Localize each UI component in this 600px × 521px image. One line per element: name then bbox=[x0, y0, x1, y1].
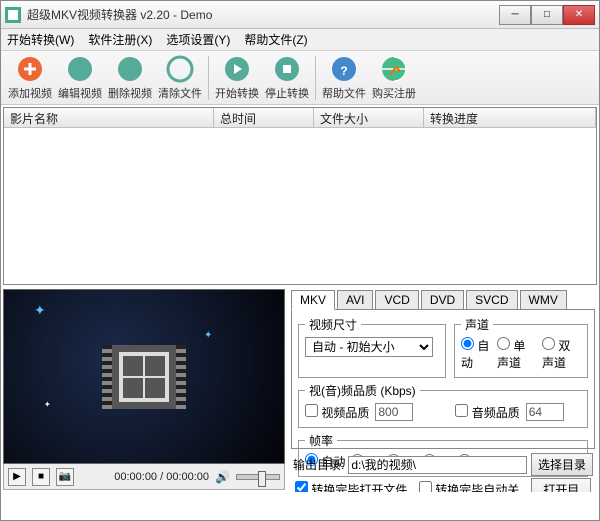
edit-video-button[interactable]: 编辑视频 bbox=[55, 53, 105, 103]
stop-button[interactable]: ■ bbox=[32, 468, 50, 486]
sparkle-icon: ✦ bbox=[204, 330, 212, 341]
video-size-legend: 视频尺寸 bbox=[305, 316, 361, 333]
browse-dir-button[interactable]: 选择目录 bbox=[531, 453, 593, 476]
channel-auto-radio[interactable]: 自动 bbox=[461, 337, 491, 371]
video-preview: ✦ ✦ ✦ bbox=[3, 289, 285, 464]
column-progress[interactable]: 转换进度 bbox=[424, 108, 596, 127]
start-convert-button[interactable]: 开始转换 bbox=[212, 53, 262, 103]
audio-quality-check[interactable]: 音频品质 bbox=[455, 404, 519, 421]
video-quality-value bbox=[375, 403, 413, 421]
menu-help[interactable]: 帮助文件(Z) bbox=[244, 31, 307, 48]
volume-slider[interactable] bbox=[236, 474, 280, 480]
menu-register[interactable]: 软件注册(X) bbox=[88, 31, 152, 48]
tab-avi[interactable]: AVI bbox=[337, 290, 373, 310]
delete-video-button[interactable]: 删除视频 bbox=[105, 53, 155, 103]
window-title: 超级MKV视频转换器 v2.20 - Demo bbox=[27, 6, 499, 23]
play-button[interactable]: ▶ bbox=[8, 468, 26, 486]
open-dir-button[interactable]: 打开目录 bbox=[531, 478, 591, 492]
stop-convert-button[interactable]: 停止转换 bbox=[262, 53, 312, 103]
quality-legend: 视(音)频品质 (Kbps) bbox=[305, 382, 420, 399]
maximize-button[interactable]: □ bbox=[531, 5, 563, 25]
menu-options[interactable]: 选项设置(Y) bbox=[166, 31, 230, 48]
close-button[interactable]: ✕ bbox=[563, 5, 595, 25]
menu-start[interactable]: 开始转换(W) bbox=[7, 31, 74, 48]
output-dir-input[interactable] bbox=[348, 456, 527, 474]
play-icon bbox=[223, 55, 251, 83]
tab-svcd[interactable]: SVCD bbox=[466, 290, 517, 310]
video-size-select[interactable]: 自动 - 初始大小 bbox=[305, 337, 433, 357]
fps-legend: 帧率 bbox=[305, 432, 337, 449]
buy-register-button[interactable]: 购买注册 bbox=[369, 53, 419, 103]
clear-icon bbox=[166, 55, 194, 83]
sparkle-icon: ✦ bbox=[34, 302, 46, 319]
column-size[interactable]: 文件大小 bbox=[314, 108, 424, 127]
column-duration[interactable]: 总时间 bbox=[214, 108, 314, 127]
globe-icon bbox=[380, 55, 408, 83]
help-doc-button[interactable]: ? 帮助文件 bbox=[319, 53, 369, 103]
time-display: 00:00:00 / 00:00:00 bbox=[114, 471, 209, 483]
toolbar-separator bbox=[315, 56, 316, 100]
snapshot-button[interactable]: 📷 bbox=[56, 468, 74, 486]
minimize-button[interactable]: ─ bbox=[499, 5, 531, 25]
tab-dvd[interactable]: DVD bbox=[421, 290, 464, 310]
app-icon bbox=[5, 7, 21, 23]
toolbar-separator bbox=[208, 56, 209, 100]
sparkle-icon: ✦ bbox=[44, 400, 51, 409]
edit-icon bbox=[66, 55, 94, 83]
clear-files-button[interactable]: 清除文件 bbox=[155, 53, 205, 103]
tab-wmv[interactable]: WMV bbox=[520, 290, 567, 310]
add-video-button[interactable]: 添加视频 bbox=[5, 53, 55, 103]
delete-icon bbox=[116, 55, 144, 83]
column-name[interactable]: 影片名称 bbox=[4, 108, 214, 127]
audio-channel-legend: 声道 bbox=[461, 316, 493, 333]
output-dir-label: 输出目录: bbox=[293, 456, 344, 473]
auto-shutdown-check[interactable]: 转换完毕自动关机 bbox=[419, 481, 526, 492]
add-icon bbox=[16, 55, 44, 83]
tab-mkv[interactable]: MKV bbox=[291, 290, 335, 310]
video-quality-check[interactable]: 视频品质 bbox=[305, 404, 369, 421]
file-list[interactable]: 影片名称 总时间 文件大小 转换进度 bbox=[3, 107, 597, 285]
channel-stereo-radio[interactable]: 双声道 bbox=[542, 337, 581, 371]
open-folder-check[interactable]: 转换完毕打开文件夹 bbox=[295, 481, 413, 492]
channel-mono-radio[interactable]: 单声道 bbox=[497, 337, 536, 371]
film-icon bbox=[102, 345, 186, 409]
stop-icon bbox=[273, 55, 301, 83]
svg-text:?: ? bbox=[340, 64, 347, 78]
tab-vcd[interactable]: VCD bbox=[375, 290, 418, 310]
help-icon: ? bbox=[330, 55, 358, 83]
audio-quality-value bbox=[526, 403, 564, 421]
volume-icon: 🔊 bbox=[215, 470, 230, 484]
